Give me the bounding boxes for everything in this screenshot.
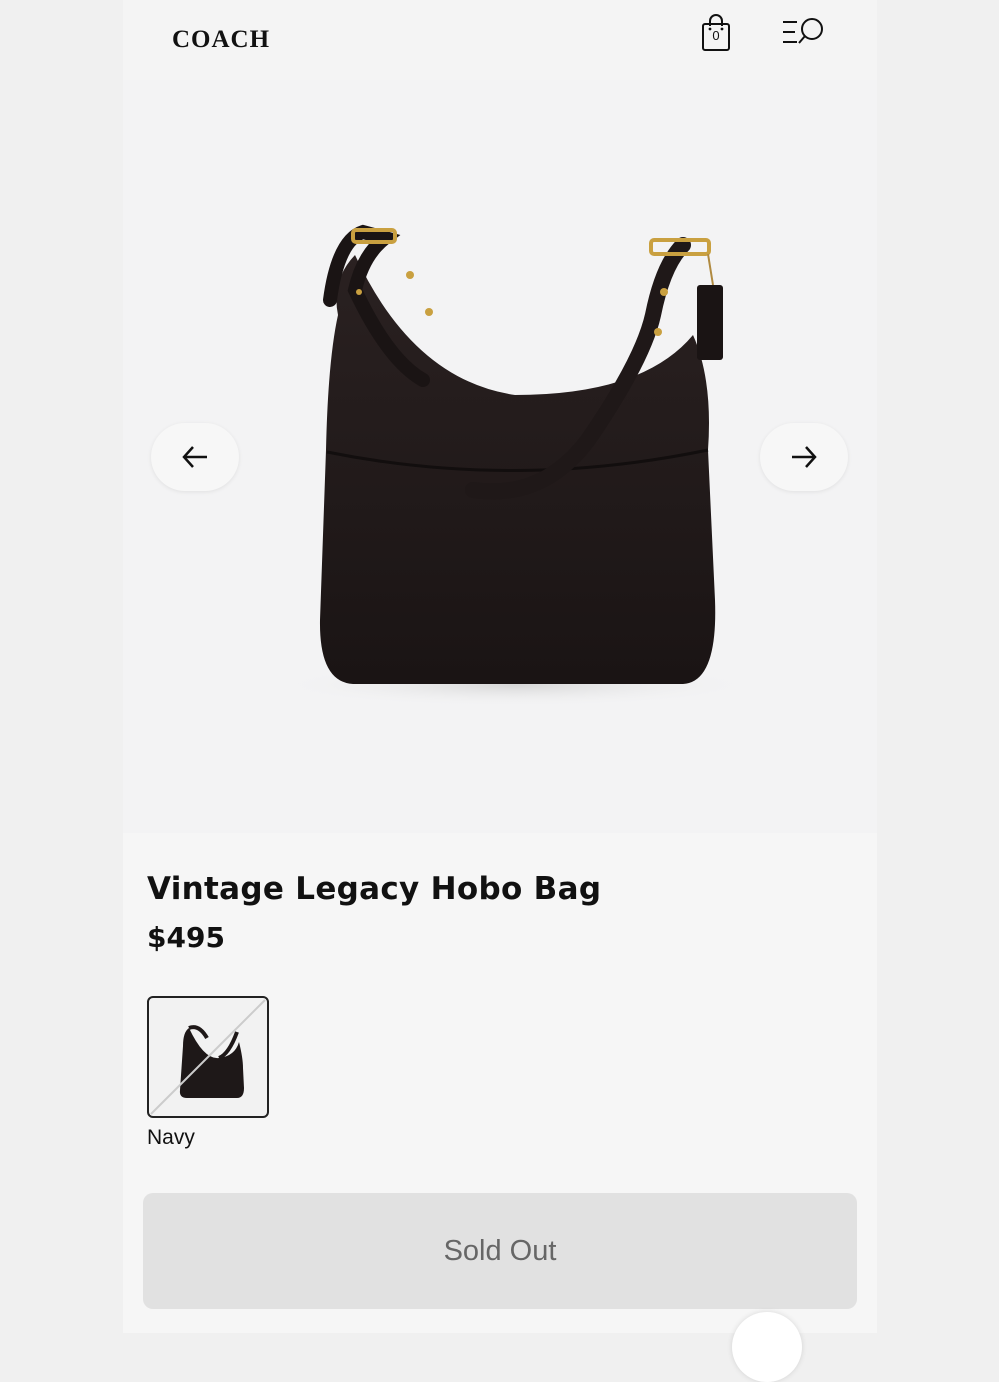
bag-count: 0 [712, 28, 720, 43]
menu-search-icon [783, 18, 823, 44]
product-price: $495 [147, 921, 225, 954]
arrow-left-icon [182, 446, 207, 468]
previous-image-button[interactable] [151, 423, 239, 491]
arrow-right-icon [792, 446, 817, 468]
swatch-thumbnail [150, 999, 266, 1115]
product-info: Vintage Legacy Hobo Bag $495 Navy Sold O… [123, 833, 877, 1333]
next-image-button[interactable] [760, 423, 848, 491]
coach-logo[interactable]: COACH [172, 26, 270, 54]
floating-action-button[interactable] [732, 1312, 802, 1382]
product-title: Vintage Legacy Hobo Bag [147, 871, 602, 907]
swatch-label: Navy [147, 1126, 195, 1149]
product-gallery[interactable] [123, 80, 877, 833]
sold-out-button[interactable]: Sold Out [143, 1193, 857, 1309]
product-page: COACH 0 Vintage Legacy Hobo Bag $495 Nav… [123, 0, 877, 1333]
menu-search-button[interactable] [779, 12, 831, 52]
site-header: COACH 0 [123, 0, 877, 80]
color-swatch-navy[interactable] [147, 996, 269, 1118]
shopping-bag-button[interactable]: 0 [697, 12, 735, 56]
